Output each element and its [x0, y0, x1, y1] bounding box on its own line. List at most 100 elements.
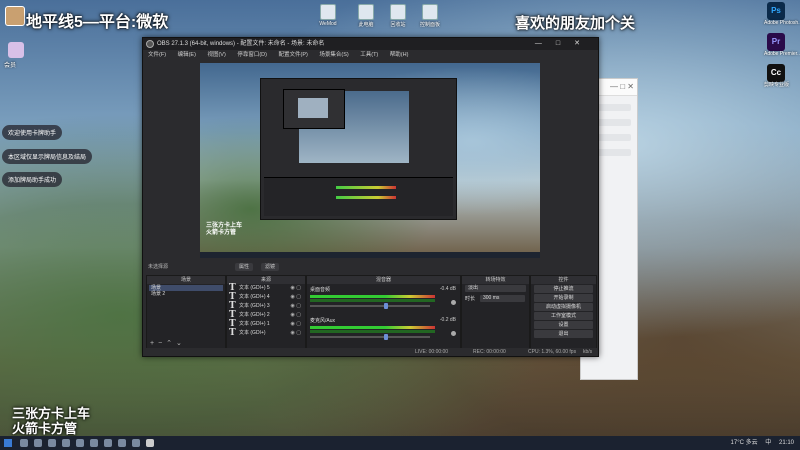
scenes-dock-title: 场景 [147, 276, 225, 284]
scene-add-remove-buttons[interactable]: +−⌃⌄ [150, 339, 186, 347]
stop-streaming-button[interactable]: 停止推流 [534, 285, 593, 293]
computer-icon [358, 4, 374, 20]
taskbar-app-icon[interactable] [76, 439, 84, 447]
desktop-right-icons: Ps Adobe Photosh... Pr Adobe Premier... … [764, 2, 800, 95]
mixer-channel-db: -0.4 dB [439, 286, 456, 292]
menu-help[interactable]: 帮助(H) [390, 52, 409, 58]
desktop-icon-premiere[interactable]: Pr Adobe Premier... [764, 33, 800, 58]
duration-input[interactable]: 300 ms [480, 295, 525, 302]
source-item[interactable]: T 文本 (GDI+) 1 ◉ ▢ [227, 320, 305, 329]
taskbar-app-icon[interactable] [48, 439, 56, 447]
input-language-indicator[interactable]: 中 [765, 440, 771, 446]
wemod-icon [320, 4, 336, 20]
sources-dock-title: 来源 [227, 276, 305, 284]
settings-button[interactable]: 设置 [534, 321, 593, 329]
capcut-icon: Cc [767, 64, 785, 82]
window-controls[interactable]: —□✕ [535, 38, 594, 50]
speaker-icon[interactable] [451, 300, 456, 305]
overlay-notification: 欢迎使用卡牌助手 [2, 125, 63, 140]
overlay-caption-line2: 火箭卡方管 [12, 421, 78, 436]
clock[interactable]: 21:10 [779, 440, 794, 446]
menu-profile[interactable]: 配置文件(P) [278, 52, 307, 58]
transition-type-row: 淡出 [462, 284, 529, 294]
scenes-dock: 场景 场景 场景 2 +−⌃⌄ [146, 275, 226, 349]
source-item[interactable]: T 文本 (GDI+) ◉ ▢ [227, 329, 305, 338]
scene-item[interactable]: 场景 2 [149, 291, 223, 297]
transitions-title: 转场特效 [462, 276, 529, 284]
source-item[interactable]: T 文本 (GDI+) 2 ◉ ▢ [227, 311, 305, 320]
desktop-icon-wemod[interactable]: WeMod [318, 4, 338, 27]
start-virtual-camera-button[interactable]: 启动虚拟摄像机 [534, 303, 593, 311]
visibility-lock-icons[interactable]: ◉ ▢ [291, 320, 301, 329]
source-item[interactable]: T 文本 (GDI+) 4 ◉ ▢ [227, 293, 305, 302]
volume-meter [310, 326, 435, 329]
desktop-icon-control-panel[interactable]: 控制面板 [420, 4, 440, 28]
visibility-lock-icons[interactable]: ◉ ▢ [291, 329, 301, 338]
speaker-icon[interactable] [451, 331, 456, 336]
properties-button[interactable]: 属性 [235, 263, 254, 271]
visibility-lock-icons[interactable]: ◉ ▢ [291, 293, 301, 302]
weather-widget[interactable]: 17°C 多云 [731, 440, 758, 446]
visibility-lock-icons[interactable]: ◉ ▢ [291, 284, 301, 293]
filters-button[interactable]: 滤镜 [261, 263, 280, 271]
obs-docks-area: 未选择源 属性 滤镜 场景 场景 场景 2 +−⌃⌄ 来源 T 文本 (GDI+)… [143, 262, 598, 356]
exit-button[interactable]: 退出 [534, 330, 593, 338]
start-recording-button[interactable]: 开始录制 [534, 294, 593, 302]
desktop-icon-capcut[interactable]: Cc 剪映专业版 [764, 64, 789, 89]
menu-file[interactable]: 文件(F) [148, 52, 166, 58]
obs-title-bar[interactable]: OBS 27.1.3 (64-bit, windows) - 配置文件: 未命名… [143, 38, 598, 50]
search-icon[interactable] [20, 439, 28, 447]
mixer-channel: 麦克风/Aux -0.2 dB [307, 315, 460, 346]
obs-taskbar-icon[interactable] [146, 439, 154, 447]
taskbar-app-icon[interactable] [104, 439, 112, 447]
windows-taskbar: 17°C 多云 中 21:10 [0, 436, 800, 450]
mixer-channel-name: 麦克风/Aux [310, 318, 336, 324]
bitrate: kb/s [583, 349, 593, 355]
desktop-icon-photoshop[interactable]: Ps Adobe Photosh... [764, 2, 800, 27]
volume-slider-knob[interactable] [384, 303, 389, 309]
text-source-icon: T [229, 328, 236, 338]
taskbar-app-icon[interactable] [62, 439, 70, 447]
taskbar-app-icon[interactable] [132, 439, 140, 447]
obs-status-bar: LIVE: 00:00:00 REC: 00:00:00 CPU: 1.3%, … [143, 348, 598, 356]
transition-duration-row: 时长 300 ms [462, 294, 529, 304]
taskbar-app-icon[interactable] [118, 439, 126, 447]
mixer-channel-db: -0.2 dB [439, 317, 456, 323]
photoshop-icon: Ps [767, 2, 785, 20]
taskbar-app-icon[interactable] [90, 439, 98, 447]
desktop-shortcut-avatar[interactable] [8, 42, 24, 58]
control-panel-icon [422, 4, 438, 20]
duration-label: 时长 [465, 296, 476, 302]
volume-slider[interactable] [310, 334, 430, 340]
volume-slider[interactable] [310, 303, 430, 309]
context-label: 未选择源 [148, 264, 169, 270]
obs-title-text: OBS 27.1.3 (64-bit, windows) - 配置文件: 未命名… [157, 41, 325, 47]
start-button-icon[interactable] [4, 439, 12, 447]
obs-preview-canvas[interactable]: 三张方卡上车 火箭卡方管 [200, 63, 540, 258]
sources-dock: 来源 T 文本 (GDI+) 5 ◉ ▢ T 文本 (GDI+) 4 ◉ ▢ T 文本 (… [226, 275, 306, 349]
transition-select[interactable]: 淡出 [465, 285, 526, 292]
obs-logo-icon [146, 40, 154, 48]
obs-window[interactable]: OBS 27.1.3 (64-bit, windows) - 配置文件: 未命名… [142, 37, 599, 357]
visibility-lock-icons[interactable]: ◉ ▢ [291, 302, 301, 311]
menu-tools[interactable]: 工具(T) [360, 52, 378, 58]
desktop-icon-this-pc[interactable]: 此电脑 [356, 4, 376, 28]
stream-title-banner-right: 喜欢的朋友加个关 [515, 15, 636, 32]
source-item[interactable]: T 文本 (GDI+) 5 ◉ ▢ [227, 284, 305, 293]
volume-slider-knob[interactable] [384, 334, 389, 340]
menu-edit[interactable]: 编辑(E) [178, 52, 196, 58]
rec-timer: REC: 00:00:00 [473, 349, 506, 355]
task-view-icon[interactable] [34, 439, 42, 447]
visibility-lock-icons[interactable]: ◉ ▢ [291, 311, 301, 320]
volume-meter [310, 299, 435, 302]
menu-scene-collection[interactable]: 场景集合(S) [319, 52, 348, 58]
audio-mixer-title: 混音器 [307, 276, 460, 284]
menu-view[interactable]: 视图(V) [207, 52, 225, 58]
premiere-icon: Pr [767, 33, 785, 51]
desktop-icon-recycle-bin[interactable]: 回收站 [388, 4, 408, 28]
menu-docks[interactable]: 停靠窗口(D) [237, 52, 267, 58]
mixer-channel-name: 桌面音频 [310, 287, 331, 293]
source-item[interactable]: T 文本 (GDI+) 3 ◉ ▢ [227, 302, 305, 311]
studio-mode-button[interactable]: 工作室模式 [534, 312, 593, 320]
controls-dock: 控件 停止推流 开始录制 启动虚拟摄像机 工作室模式 设置 退出 [530, 275, 597, 349]
